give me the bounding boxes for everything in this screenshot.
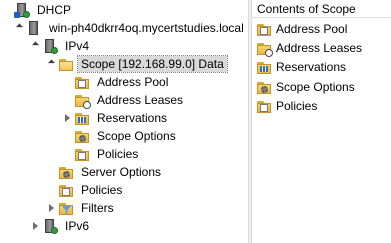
list-item-label: Address Leases: [276, 41, 363, 55]
tree-node-server-policies[interactable]: Policies: [46, 181, 125, 199]
tree-node-label: Reservations: [97, 111, 168, 125]
policies-icon: [256, 98, 272, 114]
expand-arrow-icon[interactable]: [30, 221, 40, 231]
tree-node-label: Policies: [81, 183, 123, 197]
address-pool-icon: [74, 74, 90, 90]
tree-node-dhcp[interactable]: DHCP: [2, 1, 74, 19]
address-leases-icon: [74, 92, 91, 109]
expand-arrow-icon[interactable]: [62, 113, 72, 123]
scope-options-icon: [74, 128, 90, 144]
list-item-address-leases[interactable]: Address Leases: [256, 39, 362, 57]
list-item-policies[interactable]: Policies: [256, 97, 317, 115]
tree-node-label: Address Pool: [97, 75, 169, 89]
tree-node-scope[interactable]: Scope [192.168.99.0] Data: [46, 55, 228, 73]
ipv4-icon: [42, 38, 58, 54]
tree-node-scope-options[interactable]: Scope Options: [62, 127, 179, 145]
tree-node-scope-policies[interactable]: Policies: [62, 145, 141, 163]
results-pane: Contents of Scope Address Pool Address L…: [252, 0, 391, 243]
list-item-label: Scope Options: [276, 80, 355, 94]
server-icon: [26, 20, 42, 36]
reservations-icon: [256, 59, 272, 75]
tree-node-ipv4[interactable]: IPv4: [30, 37, 92, 55]
list-item-label: Address Pool: [276, 22, 348, 36]
address-leases-icon: [256, 40, 273, 57]
collapse-arrow-icon[interactable]: [30, 41, 40, 51]
collapse-arrow-icon[interactable]: [46, 59, 56, 69]
console-tree-pane: DHCP win-ph40dkrr4oq.mycertstudies.local…: [0, 0, 248, 243]
tree-node-label: Address Leases: [97, 93, 184, 107]
list-item-scope-options[interactable]: Scope Options: [256, 78, 355, 96]
tree-node-filters[interactable]: Filters: [46, 199, 117, 217]
tree-node-label: IPv4: [65, 39, 90, 53]
list-item-label: Reservations: [276, 60, 347, 74]
expand-arrow-icon[interactable]: [46, 203, 56, 213]
tree-node-label: Policies: [97, 147, 139, 161]
policies-icon: [58, 182, 74, 198]
reservations-icon: [74, 110, 90, 126]
filters-icon: [58, 200, 74, 216]
dhcp-root-icon: [14, 2, 30, 18]
tree-node-label: Scope Options: [97, 129, 176, 143]
column-header-contents[interactable]: Contents of Scope: [252, 0, 391, 18]
tree-node-label: DHCP: [37, 3, 72, 17]
tree-node-label: IPv6: [65, 219, 90, 233]
tree-node-server[interactable]: win-ph40dkrr4oq.mycertstudies.local: [14, 19, 247, 37]
list-item-reservations[interactable]: Reservations: [256, 58, 346, 76]
tree-node-label: Scope [192.168.99.0] Data: [77, 55, 228, 73]
tree-node-address-leases[interactable]: Address Leases: [62, 91, 186, 109]
server-options-icon: [58, 164, 74, 180]
tree-node-server-options[interactable]: Server Options: [46, 163, 164, 181]
list-item-address-pool[interactable]: Address Pool: [256, 20, 347, 38]
tree-node-label: Server Options: [81, 165, 162, 179]
tree-node-reservations[interactable]: Reservations: [62, 109, 170, 127]
scope-options-icon: [256, 79, 272, 95]
address-pool-icon: [256, 21, 272, 37]
collapse-arrow-icon[interactable]: [14, 23, 24, 33]
ipv6-icon: [42, 218, 58, 234]
policies-icon: [74, 146, 90, 162]
tree-node-label: win-ph40dkrr4oq.mycertstudies.local: [49, 21, 244, 35]
tree-node-address-pool[interactable]: Address Pool: [62, 73, 171, 91]
tree-node-label: Filters: [81, 201, 114, 215]
list-item-label: Policies: [276, 99, 318, 113]
tree-node-ipv6[interactable]: IPv6: [30, 217, 92, 235]
folder-icon: [58, 56, 74, 72]
